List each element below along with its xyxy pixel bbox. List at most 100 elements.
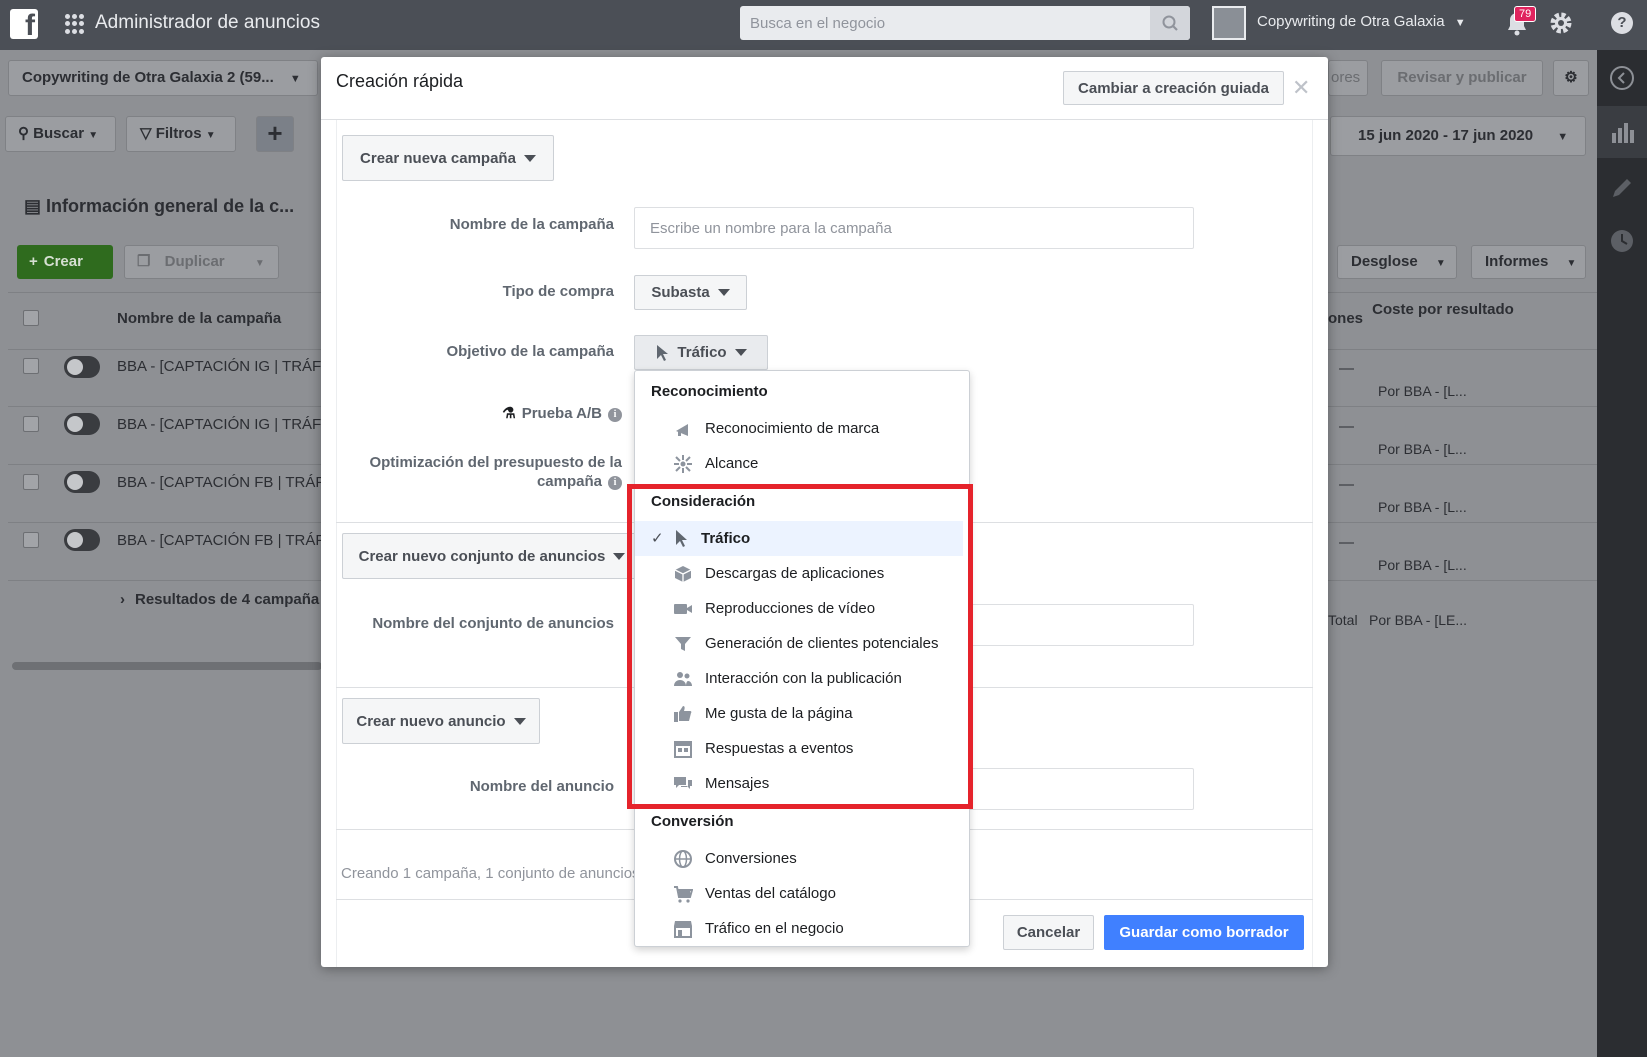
save-draft-button[interactable]: Guardar como borrador bbox=[1104, 915, 1304, 950]
column-header-name[interactable]: Nombre de la campaña bbox=[117, 310, 281, 327]
row-toggle[interactable] bbox=[64, 356, 100, 378]
column-header-results[interactable]: ones bbox=[1328, 310, 1363, 327]
cost-dash: — bbox=[1339, 476, 1354, 493]
overview-title: ▤ Información general de la c... bbox=[24, 196, 294, 217]
account-name: Copywriting de Otra Galaxia bbox=[1257, 13, 1445, 30]
menu-item-label: Alcance bbox=[705, 455, 759, 472]
group-title-conversion: Conversión bbox=[651, 813, 734, 830]
budget-optimization-label: Optimización del presupuesto de la campa… bbox=[341, 453, 634, 491]
reports-label: Informes bbox=[1485, 253, 1549, 270]
campaign-name[interactable]: BBA - [CAPTACIÓN IG | TRÁF bbox=[117, 358, 321, 375]
ad-name-label: Nombre del anuncio bbox=[469, 778, 614, 795]
chevron-down-icon: ▼ bbox=[289, 73, 301, 85]
chevron-down-icon: ▼ bbox=[254, 258, 265, 269]
select-all-checkbox[interactable] bbox=[23, 310, 39, 326]
campaign-name-input[interactable] bbox=[634, 207, 1194, 249]
filtros-button[interactable]: ▽ Filtros ▼ bbox=[126, 116, 236, 152]
cancel-button[interactable]: Cancelar bbox=[1003, 915, 1094, 950]
close-icon[interactable]: ✕ bbox=[1292, 75, 1310, 101]
globe-icon bbox=[673, 849, 693, 869]
horizontal-scrollbar[interactable] bbox=[12, 662, 322, 670]
row-checkbox[interactable] bbox=[23, 532, 39, 548]
date-range-picker[interactable]: 15 jun 2020 - 17 jun 2020 ▼ bbox=[1330, 116, 1586, 156]
create-button[interactable]: + Crear bbox=[17, 245, 113, 279]
review-publish-label: Revisar y publicar bbox=[1397, 69, 1527, 86]
cost-dash: — bbox=[1339, 418, 1354, 435]
help-icon[interactable]: ? bbox=[1611, 12, 1633, 34]
menu-item-alcance[interactable]: Alcance bbox=[635, 446, 963, 481]
table-icon: ▤ bbox=[24, 196, 42, 216]
modal-title: Creación rápida bbox=[336, 71, 464, 91]
row-toggle[interactable] bbox=[64, 529, 100, 551]
review-publish-button[interactable]: Revisar y publicar bbox=[1381, 60, 1543, 96]
rail-history[interactable] bbox=[1597, 215, 1647, 267]
gear-icon[interactable] bbox=[1548, 10, 1574, 36]
right-rail bbox=[1597, 50, 1647, 1057]
gear-icon: ⚙ bbox=[1564, 69, 1578, 86]
account-selector[interactable]: Copywriting de Otra Galaxia 2 (59... ▼ bbox=[8, 60, 318, 96]
menu-item-label: Tráfico en el negocio bbox=[705, 920, 844, 937]
new-ad-dropdown[interactable]: Crear nuevo anuncio bbox=[342, 698, 540, 744]
guided-creation-button[interactable]: Cambiar a creación guiada bbox=[1063, 71, 1284, 105]
objective-label: Objetivo de la campaña bbox=[446, 343, 614, 360]
new-adset-dropdown[interactable]: Crear nuevo conjunto de anuncios bbox=[342, 533, 642, 579]
row-checkbox[interactable] bbox=[23, 416, 39, 432]
reports-button[interactable]: Informes ▼ bbox=[1471, 245, 1586, 279]
cost-label: Por BBA - [L... bbox=[1378, 499, 1467, 515]
rail-charts[interactable] bbox=[1597, 106, 1647, 158]
flask-icon: ⚗ bbox=[502, 405, 516, 422]
campaign-name[interactable]: BBA - [CAPTACIÓN FB | TRÁF bbox=[117, 474, 325, 491]
chevron-down-icon: ▼ bbox=[88, 130, 99, 141]
search-button[interactable] bbox=[1150, 6, 1190, 40]
menu-item-conversiones[interactable]: Conversiones bbox=[635, 841, 963, 876]
campaign-name[interactable]: BBA - [CAPTACIÓN FB | TRÁF bbox=[117, 532, 325, 549]
business-search bbox=[740, 6, 1190, 40]
menu-item-ventas-del-catalogo[interactable]: Ventas del catálogo bbox=[635, 876, 963, 911]
buy-type-dropdown[interactable]: Subasta bbox=[634, 275, 747, 310]
menu-item-reconocimiento-de-marca[interactable]: Reconocimiento de marca bbox=[635, 411, 963, 446]
store-icon bbox=[673, 919, 693, 939]
account-avatar[interactable] bbox=[1212, 6, 1246, 40]
row-checkbox[interactable] bbox=[23, 358, 39, 374]
row-toggle[interactable] bbox=[64, 471, 100, 493]
collapse-rail-button[interactable] bbox=[1597, 52, 1647, 104]
chevron-down-icon: ▼ bbox=[1454, 17, 1466, 29]
chevron-down-icon: ▼ bbox=[1566, 258, 1577, 269]
filter-icon: ▽ bbox=[140, 125, 152, 142]
new-campaign-dropdown[interactable]: Crear nueva campaña bbox=[342, 135, 554, 181]
settings-button[interactable]: ⚙ bbox=[1553, 60, 1589, 96]
buy-type-value: Subasta bbox=[651, 284, 710, 301]
creation-summary: Creando 1 campaña, 1 conjunto de anuncio… bbox=[341, 865, 640, 882]
search-input[interactable] bbox=[740, 6, 1150, 40]
duplicate-button[interactable]: ❐ Duplicar ▼ bbox=[124, 245, 279, 279]
budget-optimization-line2: campaña bbox=[536, 473, 602, 490]
errors-button[interactable]: ores bbox=[1328, 60, 1368, 96]
cancel-label: Cancelar bbox=[1016, 924, 1081, 941]
menu-item-trafico-en-el-negocio[interactable]: Tráfico en el negocio bbox=[635, 911, 963, 946]
add-button[interactable]: + bbox=[256, 116, 294, 152]
row-checkbox[interactable] bbox=[23, 474, 39, 490]
rail-edit[interactable] bbox=[1597, 162, 1647, 214]
copy-icon: ❐ bbox=[137, 253, 151, 270]
new-ad-label: Crear nuevo anuncio bbox=[356, 712, 506, 730]
objective-dropdown[interactable]: Tráfico bbox=[634, 335, 768, 370]
campaign-name[interactable]: BBA - [CAPTACIÓN IG | TRÁF bbox=[117, 416, 321, 433]
app-title[interactable]: Administrador de anuncios bbox=[95, 12, 320, 34]
row-toggle[interactable] bbox=[64, 413, 100, 435]
account-switcher[interactable]: Copywriting de Otra Galaxia ▼ bbox=[1257, 13, 1466, 30]
info-icon[interactable]: i bbox=[608, 408, 622, 422]
apps-grid-icon[interactable] bbox=[65, 14, 85, 34]
cart-icon bbox=[673, 884, 693, 904]
chevron-down-icon: ▼ bbox=[205, 130, 216, 141]
column-header-cost[interactable]: Coste por resultado bbox=[1368, 300, 1518, 320]
ab-test-label: ⚗ Prueba A/B i bbox=[341, 404, 634, 422]
menu-item-label: Conversiones bbox=[705, 850, 797, 867]
breakdown-button[interactable]: Desglose ▼ bbox=[1337, 245, 1457, 279]
facebook-logo-icon[interactable]: f bbox=[10, 9, 38, 39]
create-label: Crear bbox=[43, 253, 83, 270]
info-icon[interactable]: i bbox=[608, 476, 622, 490]
new-adset-label: Crear nuevo conjunto de anuncios bbox=[358, 547, 606, 565]
results-summary[interactable]: › Resultados de 4 campaña bbox=[120, 591, 319, 608]
buscar-button[interactable]: ⚲ Buscar ▼ bbox=[5, 116, 116, 152]
plus-icon: + bbox=[29, 253, 38, 270]
